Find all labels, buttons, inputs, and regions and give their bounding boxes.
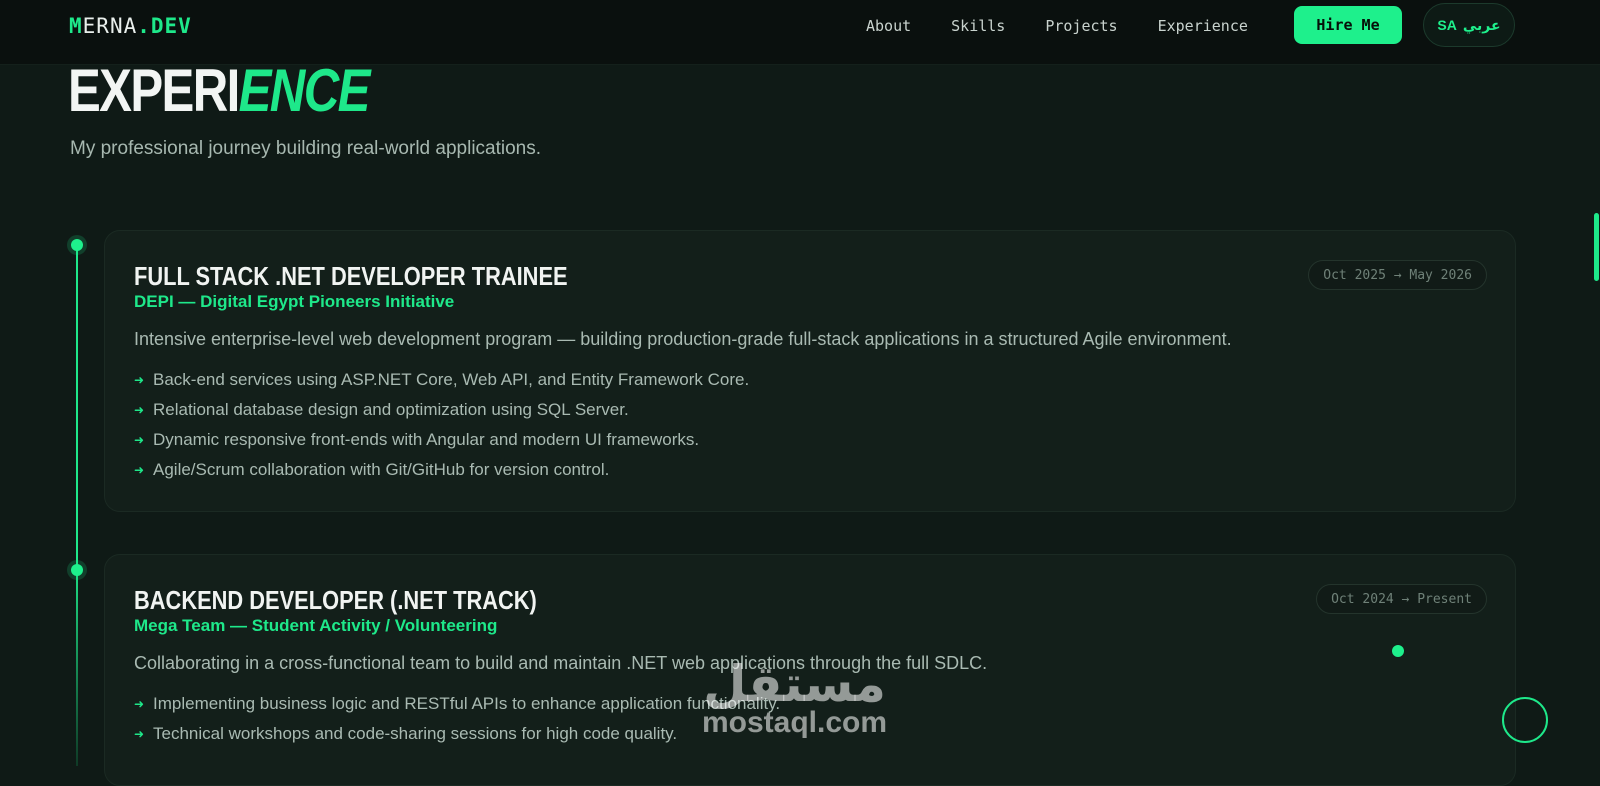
timeline-dot	[71, 564, 83, 576]
bullet-text: Implementing business logic and RESTful …	[153, 694, 781, 713]
list-item: ➜ Back-end services using ASP.NET Core, W…	[134, 365, 749, 395]
job-organization: DEPI — Digital Egypt Pioneers Initiative	[134, 292, 455, 311]
watermark-latin: mostaql.com	[702, 706, 888, 739]
section-subtitle: My professional journey building real-wo…	[70, 138, 542, 159]
logo-letter-m: M	[69, 14, 83, 38]
timeline-line	[76, 244, 78, 766]
job-description: Intensive enterprise-level web developme…	[134, 329, 1232, 349]
watermark: مستقل mostaql.com	[702, 656, 888, 739]
nav-link-skills[interactable]: Skills	[951, 16, 1005, 36]
scrollbar-thumb[interactable]	[1594, 213, 1599, 281]
top-navbar: MERNA.DEV About Skills Projects Experien…	[0, 0, 1600, 65]
logo-dot: .	[137, 14, 151, 38]
section-title-part2: ENCE	[238, 57, 371, 124]
date-badge: Oct 2025 → May 2026	[1308, 260, 1487, 290]
logo-text-erna: ERNA	[82, 14, 138, 38]
arrow-right-icon: ➜	[134, 727, 145, 741]
job-bullets: ➜ Implementing business logic and RESTful…	[134, 689, 780, 749]
list-item: ➜ Agile/Scrum collaboration with Git/GitH…	[134, 455, 749, 485]
job-bullets: ➜ Back-end services using ASP.NET Core, W…	[134, 365, 749, 485]
language-label: عربي	[1462, 16, 1501, 33]
section-title: EXPERIENCE	[68, 57, 371, 124]
list-item: ➜ Technical workshops and code-sharing se…	[134, 719, 780, 749]
bullet-text: Dynamic responsive front-ends with Angul…	[153, 430, 700, 449]
arrow-right-icon: ➜	[134, 373, 145, 387]
nav-link-about[interactable]: About	[866, 16, 911, 36]
bullet-text: Relational database design and optimizat…	[153, 400, 629, 419]
experience-card: FULL STACK .NET DEVELOPER TRAINEE DEPI —…	[104, 230, 1516, 512]
timeline-dot	[71, 239, 83, 251]
list-item: ➜ Dynamic responsive front-ends with Angu…	[134, 425, 749, 455]
section-title-part1: EXPERI	[68, 57, 240, 124]
bullet-text: Back-end services using ASP.NET Core, We…	[153, 370, 750, 389]
hire-me-button[interactable]: Hire Me	[1294, 6, 1402, 44]
language-toggle-button[interactable]: SA عربي	[1423, 3, 1515, 47]
bullet-text: Technical workshops and code-sharing ses…	[153, 724, 678, 743]
date-badge: Oct 2024 → Present	[1316, 584, 1487, 614]
arrow-right-icon: ➜	[134, 697, 145, 711]
list-item: ➜ Relational database design and optimiza…	[134, 395, 749, 425]
nav-link-projects[interactable]: Projects	[1045, 16, 1117, 36]
job-title: BACKEND DEVELOPER (.NET TRACK)	[134, 585, 537, 615]
list-item: ➜ Implementing business logic and RESTful…	[134, 689, 780, 719]
job-title: FULL STACK .NET DEVELOPER TRAINEE	[134, 261, 568, 291]
arrow-right-icon: ➜	[134, 463, 145, 477]
job-organization: Mega Team — Student Activity / Volunteer…	[134, 616, 498, 635]
watermark-arabic: مستقل	[703, 656, 886, 712]
site-logo[interactable]: MERNA.DEV	[69, 14, 192, 38]
back-to-top-button[interactable]	[1502, 697, 1548, 743]
nav-links: About Skills Projects Experience	[866, 16, 1288, 36]
language-code: SA	[1437, 17, 1457, 33]
decorative-dot	[1392, 645, 1404, 657]
arrow-right-icon: ➜	[134, 403, 145, 417]
bullet-text: Agile/Scrum collaboration with Git/GitHu…	[153, 460, 610, 479]
arrow-right-icon: ➜	[134, 433, 145, 447]
nav-link-experience[interactable]: Experience	[1158, 16, 1248, 36]
logo-text-dev: DEV	[150, 14, 192, 38]
